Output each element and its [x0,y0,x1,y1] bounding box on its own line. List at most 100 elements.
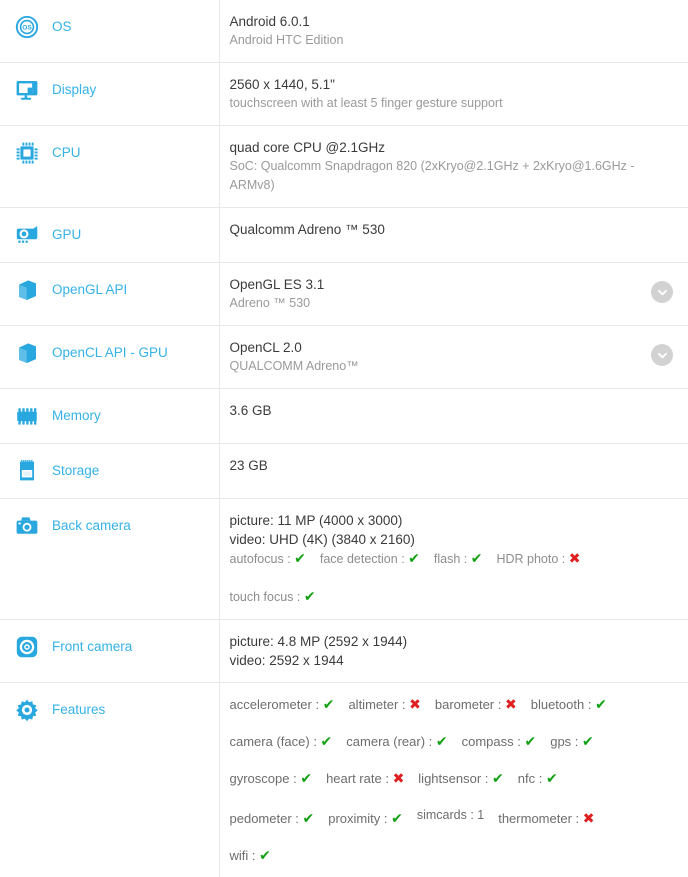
spec-label: CPU [52,145,81,161]
spec-label: Display [52,82,96,98]
feature-value-yes: ✔ [391,810,403,826]
feature-item: thermometer : ✖ [498,809,594,828]
spec-label-cell: OpenCL API - GPU [0,326,219,389]
spec-row: OpenCL API - GPU OpenCL 2.0QUALCOMM Adren… [0,326,688,389]
spec-label: Back camera [52,518,131,534]
gpu-icon [14,222,40,248]
feature-value-yes: ✔ [321,733,333,749]
feature-name: gps [550,734,571,749]
feature-value-no: ✖ [505,696,517,712]
spec-value-primary: 2560 x 1440, 5.1" [230,75,675,94]
feature-item: face detection : ✔ [320,549,420,569]
feature-item: touch focus : ✔ [230,587,316,607]
feature-item: proximity : ✔ [328,809,403,828]
spec-value-secondary: touchscreen with at least 5 finger gestu… [230,94,675,113]
feature-value-1: 1 [477,808,484,822]
feature-name: proximity [328,811,380,826]
feature-value-yes: ✔ [408,550,420,566]
spec-value-cell: Android 6.0.1Android HTC Edition [219,0,688,63]
feature-value-no: ✖ [393,770,405,786]
back-camera-feature-line: touch focus : ✔ [230,587,675,607]
spec-label-cell: Storage [0,444,219,499]
feature-item: HDR photo : ✖ [496,549,580,569]
back-camera-feature-line: autofocus : ✔ face detection : ✔ flash : ✔… [230,549,675,569]
spec-value-secondary: QUALCOMM Adreno™ [230,357,675,376]
feature-name: camera (face) [230,734,310,749]
spec-label-cell: CPU [0,126,219,208]
spec-row-features: Featuresaccelerometer : ✔altimeter : ✖ba… [0,683,688,877]
spec-label: Memory [52,408,101,424]
spec-label: Storage [52,463,99,479]
feature-value-yes: ✔ [471,550,483,566]
spec-row: CPUquad core CPU @2.1GHzSoC: Qualcomm Sn… [0,126,688,208]
feature-item: altimeter : ✖ [348,695,420,714]
feature-item: compass : ✔ [462,732,537,751]
spec-label-cell: GPU [0,208,219,263]
spec-label: OS [52,19,72,35]
spec-value-primary: 23 GB [230,456,675,475]
spec-row: Memory 3.6 GB [0,389,688,444]
feature-item: camera (rear) : ✔ [346,732,447,751]
spec-label-cell: Back camera [0,499,219,620]
feature-name: pedometer [230,811,292,826]
spec-value-primary: OpenCL 2.0 [230,338,675,357]
spec-value-secondary: Adreno ™ 530 [230,294,675,313]
feature-value-no: ✖ [409,696,421,712]
spec-label-cell: Display [0,63,219,126]
feature-item: flash : ✔ [434,549,483,569]
feature-name: compass [462,734,514,749]
spec-row: Storage 23 GB [0,444,688,499]
feature-item: gyroscope : ✔ [230,769,313,788]
spec-value-cell: 23 GB [219,444,688,499]
spec-label: GPU [52,227,81,243]
feature-item: autofocus : ✔ [230,549,306,569]
chevron-down-icon[interactable] [651,344,673,366]
feature-item: bluetooth : ✔ [531,695,607,714]
feature-row: accelerometer : ✔altimeter : ✖barometer … [230,695,675,714]
feature-name: altimeter [348,697,398,712]
feature-item: pedometer : ✔ [230,809,315,828]
spec-label: Features [52,702,105,718]
feature-item: barometer : ✖ [435,695,517,714]
spec-label-cell: Front camera [0,620,219,683]
spec-value-cell: OpenGL ES 3.1Adreno ™ 530 [219,263,688,326]
feature-value-yes: ✔ [259,847,271,863]
feature-name: flash [434,552,460,566]
spec-label-cell: OS OS [0,0,219,63]
opengl-icon [14,277,40,303]
spec-label: OpenGL API [52,282,127,298]
spec-label: OpenCL API - GPU [52,345,168,361]
os-icon: OS [14,14,40,40]
back-camera-picture: picture: 11 MP (4000 x 3000) [230,511,675,530]
feature-name: gyroscope [230,771,290,786]
spec-value-primary: quad core CPU @2.1GHz [230,138,675,157]
feature-value-yes: ✔ [304,588,316,604]
spec-label-cell: OpenGL API [0,263,219,326]
spec-row: GPUQualcomm Adreno ™ 530 [0,208,688,263]
feature-name: simcards [417,808,467,822]
spec-value-cell: picture: 4.8 MP (2592 x 1944)video: 2592… [219,620,688,683]
feature-item: nfc : ✔ [518,769,558,788]
feature-row: pedometer : ✔ proximity : ✔ simcards : 1 th… [230,806,675,828]
feature-item: heart rate : ✖ [326,769,404,788]
feature-name: HDR photo [496,552,558,566]
device-spec-table: OS OS Android 6.0.1Android HTC Edition Disp… [0,0,688,877]
svg-text:OS: OS [22,25,32,32]
spec-label: Front camera [52,639,132,655]
feature-name: wifi [230,848,249,863]
feature-name: nfc [518,771,535,786]
spec-row-front-camera: Front camera picture: 4.8 MP (2592 x 1944… [0,620,688,683]
feature-item: lightsensor : ✔ [418,769,503,788]
feature-item: camera (face) : ✔ [230,732,333,751]
feature-item: simcards : 1 [417,806,484,824]
memory-icon [14,403,40,429]
feature-name: barometer [435,697,494,712]
chevron-down-icon[interactable] [651,281,673,303]
feature-row: gyroscope : ✔ heart rate : ✖ lightsensor :… [230,769,675,788]
feature-value-yes: ✔ [323,696,335,712]
opencl-icon [14,340,40,366]
spec-row: OpenGL API OpenGL ES 3.1Adreno ™ 530 [0,263,688,326]
spec-value-primary: 3.6 GB [230,401,675,420]
cpu-icon [14,140,40,166]
front-camera-video: video: 2592 x 1944 [230,651,675,670]
